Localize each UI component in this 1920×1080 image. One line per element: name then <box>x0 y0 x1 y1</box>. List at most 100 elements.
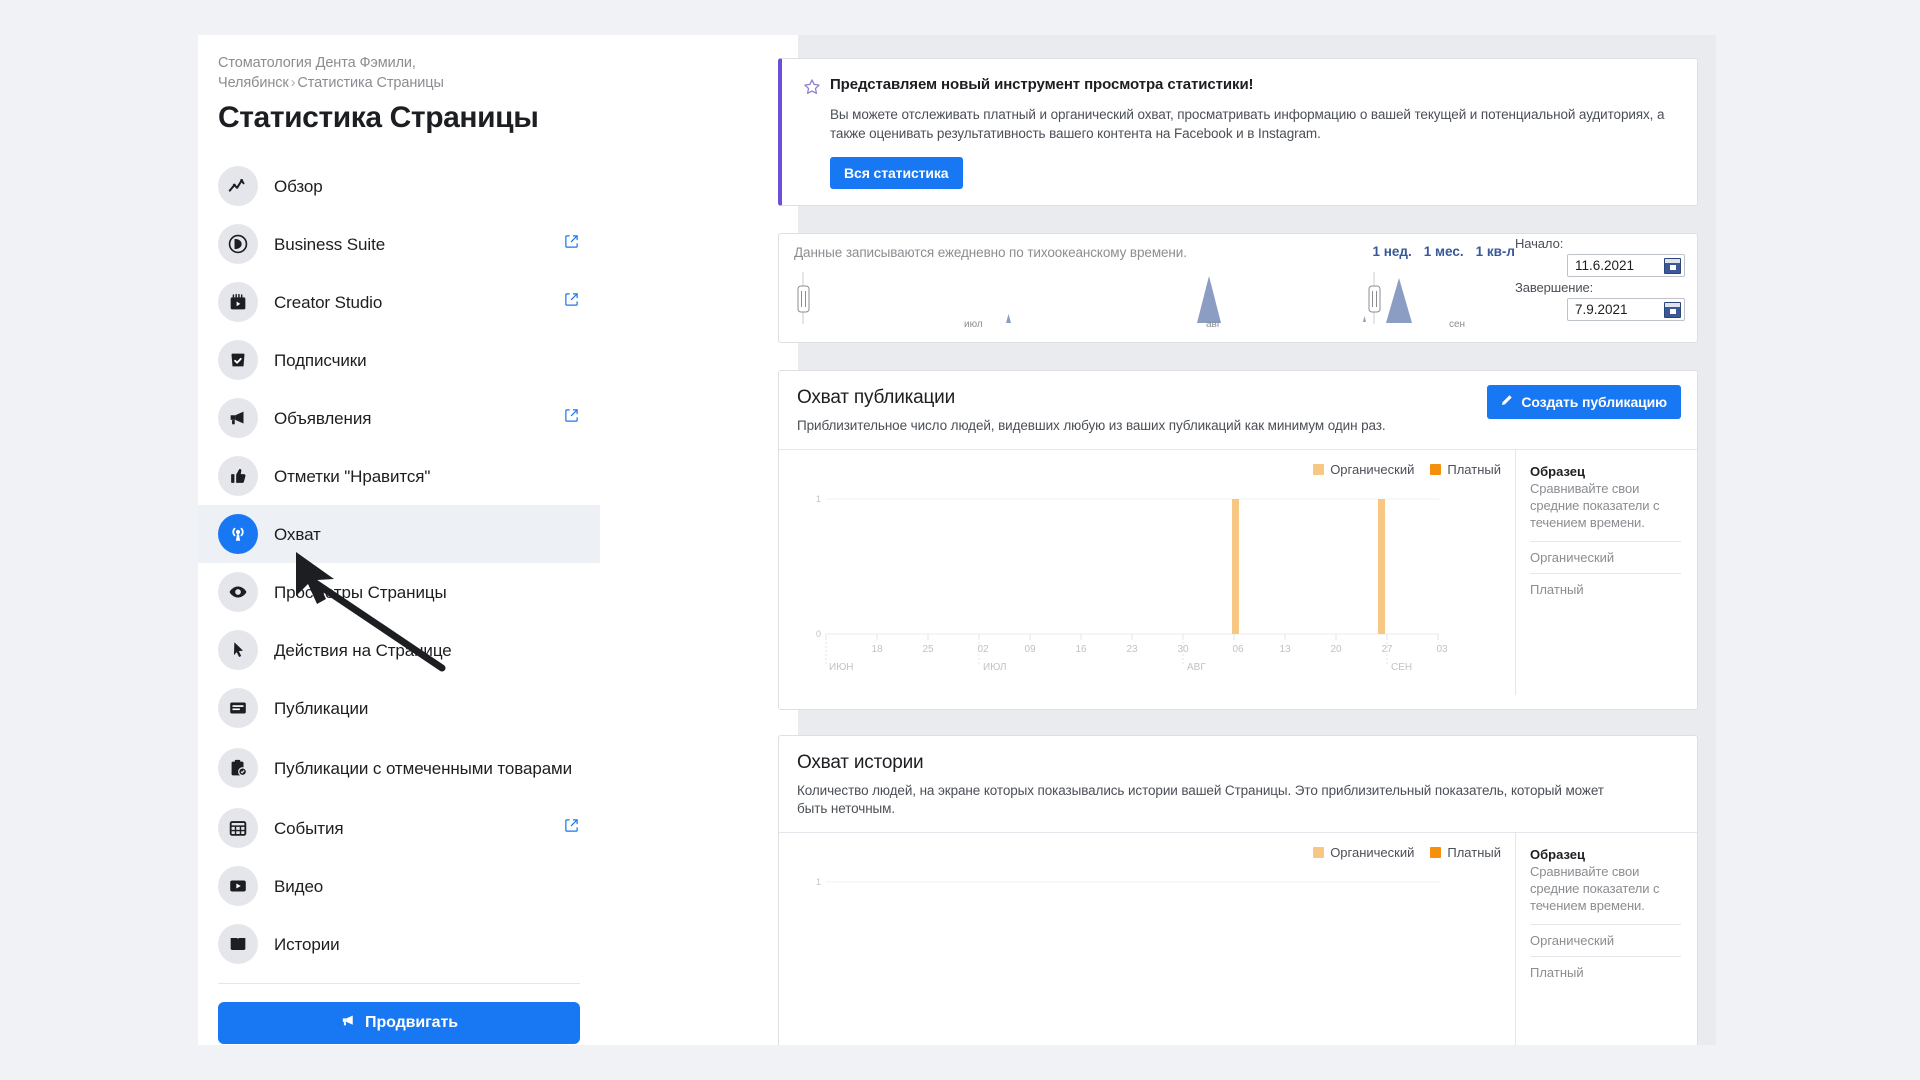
story-reach-subtitle: Количество людей, на экране которых пока… <box>797 783 1604 816</box>
video-play-icon <box>218 866 258 906</box>
banner-description: Вы можете отслеживать платный и органиче… <box>830 107 1665 141</box>
post-reach-sample-panel: Образец Сравнивайте свои средние показат… <box>1515 450 1697 695</box>
legend-swatch-organic <box>1313 847 1325 858</box>
svg-text:30: 30 <box>1177 644 1189 655</box>
post-reach-subtitle: Приблизительное число людей, видевших лю… <box>797 418 1386 433</box>
main-content: Представляем новый инструмент просмотра … <box>600 35 1720 1045</box>
followers-icon <box>218 340 258 380</box>
sidebar-item-label: Отметки "Нравится" <box>274 466 431 486</box>
sidebar-item-creator-studio[interactable]: Creator Studio <box>198 273 600 331</box>
thumbs-up-icon <box>218 456 258 496</box>
sidebar-item-likes[interactable]: Отметки "Нравится" <box>198 447 600 505</box>
preset-1-quarter[interactable]: 1 кв-л <box>1476 244 1515 259</box>
svg-text:25: 25 <box>922 644 934 655</box>
story-reach-plot: 1 <box>779 869 1515 1045</box>
preset-1-week[interactable]: 1 нед. <box>1373 244 1412 259</box>
sidebar-item-label: Истории <box>274 934 340 954</box>
svg-text:СЕН: СЕН <box>1391 662 1412 673</box>
stories-book-icon <box>218 924 258 964</box>
end-date-input[interactable]: 7.9.2021 <box>1567 298 1685 321</box>
promote-button[interactable]: Продвигать <box>218 1002 580 1044</box>
external-link-icon <box>564 818 580 838</box>
calendar-icon[interactable] <box>1664 301 1681 318</box>
sidebar-item-label: Creator Studio <box>274 292 383 312</box>
sidebar-divider <box>218 983 580 984</box>
sidebar-item-business-suite[interactable]: Business Suite <box>198 215 600 273</box>
sample-title: Образец <box>1530 847 1585 862</box>
external-link-icon <box>564 234 580 254</box>
sidebar-item-followers[interactable]: Подписчики <box>198 331 600 389</box>
sidebar-item-label: События <box>274 818 344 838</box>
start-date-label: Начало: <box>1515 236 1564 251</box>
svg-text:16: 16 <box>1075 644 1087 655</box>
sample-description: Сравнивайте свои средние показатели с те… <box>1530 864 1660 913</box>
post-reach-chart[interactable]: Органический Платный 1 0 18 25 02 09 16 … <box>779 450 1515 695</box>
end-date-value: 7.9.2021 <box>1575 302 1628 317</box>
sparkline-month-label: сен <box>1449 319 1466 330</box>
svg-text:1: 1 <box>816 494 821 504</box>
start-date-value: 11.6.2021 <box>1575 258 1635 273</box>
date-fields: Начало: 11.6.2021 Завершение: 7.9.2021 <box>1515 230 1687 326</box>
sparkline-month-label: авг <box>1206 319 1221 330</box>
svg-text:0: 0 <box>816 629 821 639</box>
post-reach-card: Охват публикации Приблизительное число л… <box>778 370 1698 710</box>
story-reach-legend: Органический Платный <box>1313 845 1501 860</box>
legend-item-organic[interactable]: Органический <box>1313 462 1414 477</box>
date-range-sparkline-chart[interactable]: июл авг сен <box>789 266 1529 336</box>
sidebar-item-stories[interactable]: Истории <box>198 915 600 973</box>
banner-title: Представляем новый инструмент просмотра … <box>830 76 1254 93</box>
sidebar-item-label: Подписчики <box>274 350 367 370</box>
legend-label-organic: Органический <box>1330 845 1415 860</box>
preset-1-month[interactable]: 1 мес. <box>1424 244 1464 259</box>
legend-label-paid: Платный <box>1447 462 1501 477</box>
sidebar-item-posts[interactable]: Публикации <box>198 679 600 737</box>
calendar-grid-icon <box>218 808 258 848</box>
eye-icon <box>218 572 258 612</box>
external-link-icon <box>564 292 580 312</box>
sidebar-item-label: Обзор <box>274 176 323 196</box>
posts-icon <box>218 688 258 728</box>
start-date-input[interactable]: 11.6.2021 <box>1567 254 1685 277</box>
sidebar-item-video[interactable]: Видео <box>198 857 600 915</box>
post-reach-plot: 1 0 18 25 02 09 16 23 30 06 13 20 27 03 … <box>779 486 1515 695</box>
cursor-icon <box>218 630 258 670</box>
sidebar-item-ads[interactable]: Объявления <box>198 389 600 447</box>
all-statistics-button[interactable]: Вся статистика <box>830 157 963 189</box>
story-reach-sample-panel: Образец Сравнивайте свои средние показат… <box>1515 833 1697 1045</box>
sidebar-item-label: Публикации с отмеченными товарами <box>274 758 573 778</box>
sidebar-item-tagged-products[interactable]: Публикации с отмеченными товарами <box>198 737 600 799</box>
calendar-icon[interactable] <box>1664 257 1681 274</box>
sidebar-item-events[interactable]: События <box>198 799 600 857</box>
new-insights-banner: Представляем новый инструмент просмотра … <box>778 58 1698 206</box>
svg-text:ИЮЛ: ИЮЛ <box>983 662 1006 673</box>
sample-row-organic: Органический <box>1530 924 1681 956</box>
megaphone-icon <box>340 1012 365 1034</box>
post-reach-legend: Органический Платный <box>1313 462 1501 477</box>
star-outline-icon <box>802 76 830 189</box>
create-post-button[interactable]: Создать публикацию <box>1487 385 1681 419</box>
svg-text:02: 02 <box>977 644 989 655</box>
tagged-products-icon <box>218 748 258 788</box>
business-suite-icon <box>218 224 258 264</box>
legend-item-organic[interactable]: Органический <box>1313 845 1414 860</box>
sidebar-item-overview[interactable]: Обзор <box>198 157 600 215</box>
mouse-pointer-arrow <box>296 552 446 672</box>
creator-studio-icon <box>218 282 258 322</box>
sidebar-item-label: Охват <box>274 524 321 544</box>
breadcrumb: Стоматология Дента Фэмили, Челябинск › Ста… <box>198 53 600 93</box>
reach-broadcast-icon <box>218 514 258 554</box>
external-link-icon <box>564 408 580 428</box>
story-reach-chart[interactable]: Органический Платный 1 <box>779 833 1515 1045</box>
legend-swatch-organic <box>1313 464 1325 475</box>
legend-swatch-paid <box>1430 847 1442 858</box>
story-reach-card: Охват истории Количество людей, на экран… <box>778 735 1698 1045</box>
legend-item-paid[interactable]: Платный <box>1430 845 1501 860</box>
svg-text:ИЮН: ИЮН <box>829 662 854 673</box>
date-range-card: Данные записываются ежедневно по тихооке… <box>778 233 1698 343</box>
svg-text:АВГ: АВГ <box>1187 662 1206 673</box>
data-timezone-note: Данные записываются ежедневно по тихооке… <box>794 245 1187 260</box>
legend-item-paid[interactable]: Платный <box>1430 462 1501 477</box>
svg-text:03: 03 <box>1436 644 1448 655</box>
sidebar-item-label: Публикации <box>274 698 369 718</box>
svg-text:18: 18 <box>871 644 883 655</box>
